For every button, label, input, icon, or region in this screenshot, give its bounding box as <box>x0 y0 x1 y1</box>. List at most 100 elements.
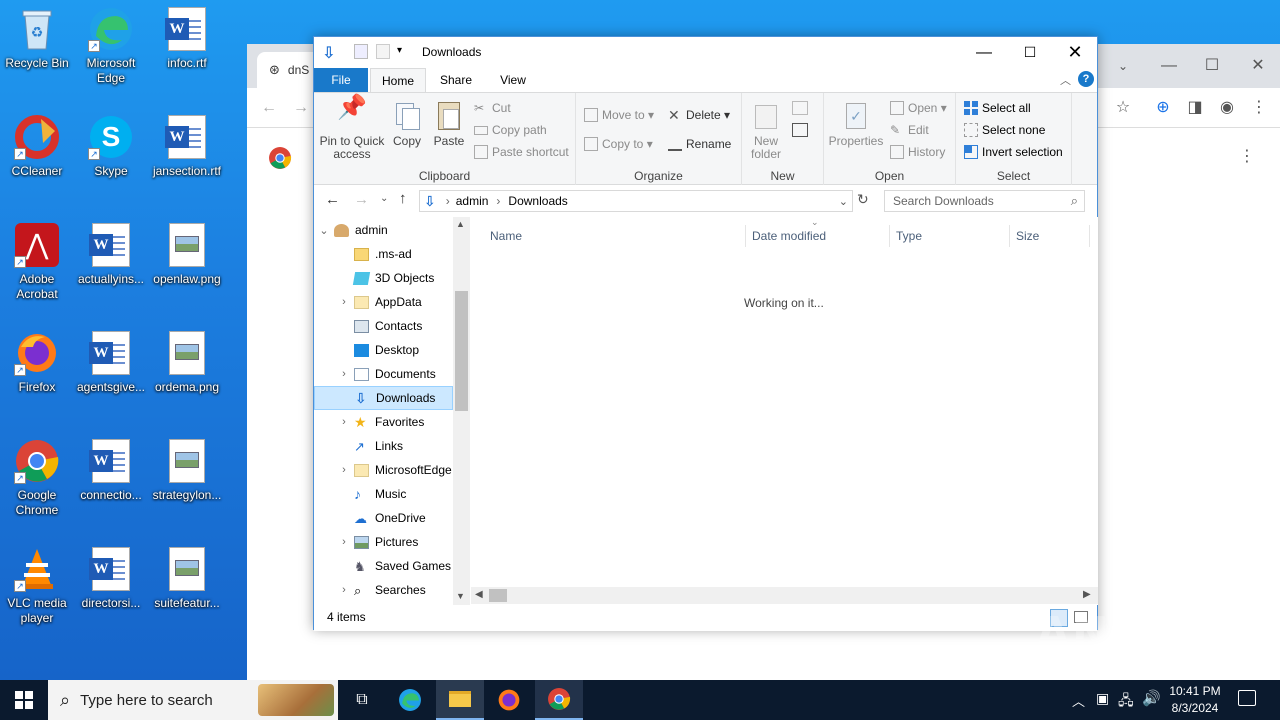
nav-item-admin[interactable]: ⌄ admin <box>314 218 453 242</box>
close-button[interactable]: ✕ <box>1052 37 1098 68</box>
notification-icon[interactable] <box>1238 690 1256 706</box>
chevron-right-icon[interactable]: › <box>334 296 354 308</box>
chevron-up-icon[interactable]: ︿ <box>1060 72 1071 88</box>
chevron-down-icon[interactable]: ⌄ <box>1109 52 1137 80</box>
column-header-size[interactable]: Size <box>1010 225 1090 247</box>
select-all-button[interactable]: Select all <box>964 98 1031 118</box>
history-button[interactable]: History <box>890 142 945 162</box>
back-arrow-icon[interactable]: ← <box>255 94 283 122</box>
scroll-left-arrow-icon[interactable]: ◀ <box>475 589 483 600</box>
back-arrow-icon[interactable]: ← <box>325 191 340 208</box>
paste-shortcut-button[interactable]: Paste shortcut <box>474 142 569 162</box>
move-to-button[interactable]: Move to ▾ <box>584 105 654 125</box>
quick-access-new-folder-icon[interactable] <box>376 44 390 59</box>
nav-item-microsoftedge[interactable]: › MicrosoftEdge <box>314 458 453 482</box>
desktop-icon-vlc[interactable]: ↗ VLC media player <box>0 546 74 626</box>
side-panel-icon[interactable]: ◨ <box>1181 94 1209 122</box>
star-icon[interactable]: ☆ <box>1109 94 1137 122</box>
nav-item-searches[interactable]: › ⌕ Searches <box>314 578 453 602</box>
nav-item-3d-objects[interactable]: 3D Objects <box>314 266 453 290</box>
maximize-button[interactable]: ☐ <box>1007 37 1053 68</box>
desktop-icon-png[interactable]: strategylon... <box>150 438 224 503</box>
scroll-right-arrow-icon[interactable]: ▶ <box>1083 589 1091 600</box>
cut-button[interactable]: ✂ Cut <box>474 98 511 118</box>
task-view-button[interactable]: ⧉ <box>338 680 386 720</box>
desktop-icon-docx[interactable]: W connectio... <box>74 438 148 503</box>
clock[interactable]: 10:41 PM 8/3/2024 <box>1162 683 1228 717</box>
taskbar-edge[interactable] <box>386 680 434 720</box>
tab-share[interactable]: Share <box>428 68 484 92</box>
scroll-up-arrow-icon[interactable]: ▲ <box>456 219 465 229</box>
desktop-icon-firefox[interactable]: ↗ Firefox <box>0 330 74 395</box>
rename-button[interactable]: Rename <box>668 134 731 154</box>
minimize-button[interactable]: — <box>961 37 1007 68</box>
column-header-date-modified[interactable]: Date modified <box>746 225 890 247</box>
nav-scrollbar-thumb[interactable] <box>455 291 468 411</box>
device-icon[interactable]: ▣ <box>1096 690 1109 707</box>
quick-access-properties-icon[interactable] <box>354 44 368 59</box>
chevron-right-icon[interactable]: › <box>334 536 354 548</box>
copy-to-button[interactable]: Copy to ▾ <box>584 134 653 154</box>
nav-item-pictures[interactable]: › Pictures <box>314 530 453 554</box>
scroll-down-arrow-icon[interactable]: ▼ <box>456 591 465 601</box>
download-icon[interactable]: ⊕ <box>1149 94 1177 122</box>
menu-dots-icon[interactable]: ⋮ <box>1245 94 1273 122</box>
nav-item-contacts[interactable]: Contacts <box>314 314 453 338</box>
volume-icon[interactable]: 🔊 <box>1142 689 1161 707</box>
close-button[interactable]: ✕ <box>1244 52 1272 80</box>
chevron-up-icon[interactable]: ︿ <box>1072 691 1085 710</box>
recent-locations-icon[interactable]: ⌄ <box>380 193 388 204</box>
desktop-icon-rtf[interactable]: W infoc.rtf <box>150 6 224 71</box>
desktop-icon-google-chrome[interactable]: ↗ Google Chrome <box>0 438 74 518</box>
profile-icon[interactable]: ◉ <box>1213 94 1241 122</box>
desktop-icon-png[interactable]: ordema.png <box>150 330 224 395</box>
start-button[interactable] <box>0 680 48 720</box>
pin-to-quick-access-button[interactable]: 📌 Pin to Quick access <box>319 96 385 161</box>
paste-button[interactable]: Paste <box>430 101 468 148</box>
address-bar[interactable]: ⇩ › admin › Downloads ⌄ <box>419 190 853 212</box>
desktop-icon-png[interactable]: openlaw.png <box>150 222 224 287</box>
nav-item-downloads[interactable]: ⇩ Downloads <box>314 386 453 410</box>
new-folder-button[interactable]: New folder <box>746 101 786 161</box>
desktop-icon-ccleaner[interactable]: ↗ CCleaner <box>0 114 74 179</box>
desktop-icon-docx[interactable]: W actuallyins... <box>74 222 148 287</box>
column-header-type[interactable]: Type <box>890 225 1010 247</box>
tab-file[interactable]: File <box>314 68 368 92</box>
properties-button[interactable]: ✓ Properties <box>828 101 884 148</box>
breadcrumb-admin[interactable]: admin <box>456 194 489 208</box>
chevron-down-icon[interactable]: ⌄ <box>839 195 848 208</box>
chevron-right-icon[interactable]: › <box>334 368 354 380</box>
menu-dots-icon[interactable]: ⋮ <box>1233 143 1261 171</box>
nav-item-ms-ad[interactable]: .ms-ad <box>314 242 453 266</box>
taskbar-file-explorer[interactable] <box>436 680 484 720</box>
chevron-right-icon[interactable]: › <box>334 584 354 596</box>
help-icon[interactable]: ? <box>1078 71 1094 87</box>
taskbar-search-box[interactable]: ⌕ Type here to search <box>48 680 338 720</box>
edit-button[interactable]: ✎ Edit <box>890 120 929 140</box>
desktop-icon-recycle-bin[interactable]: ♻ Recycle Bin <box>0 6 74 71</box>
easy-access-icon[interactable] <box>792 123 808 137</box>
horizontal-scrollbar[interactable]: ◀ ▶ <box>471 587 1098 604</box>
copy-path-button[interactable]: Copy path <box>474 120 547 140</box>
quick-access-dropdown-icon[interactable]: ▾ <box>397 45 402 56</box>
open-button[interactable]: Open ▾ <box>890 98 947 118</box>
nav-item-documents[interactable]: › Documents <box>314 362 453 386</box>
nav-scrollbar[interactable]: ▲ ▼ <box>453 217 470 605</box>
desktop-icon-png[interactable]: suitefeatur... <box>150 546 224 611</box>
desktop-icon-skype[interactable]: S ↗ Skype <box>74 114 148 179</box>
nav-item-desktop[interactable]: Desktop <box>314 338 453 362</box>
breadcrumb-downloads[interactable]: Downloads <box>508 194 567 208</box>
up-arrow-icon[interactable]: ↑ <box>399 190 407 207</box>
nav-item-saved-games[interactable]: ♞ Saved Games <box>314 554 453 578</box>
copy-button[interactable]: Copy <box>389 101 425 148</box>
forward-arrow-icon[interactable]: → <box>354 191 369 208</box>
desktop-icon-edge[interactable]: ↗ Microsoft Edge <box>74 6 148 86</box>
nav-item-favorites[interactable]: › ★ Favorites <box>314 410 453 434</box>
select-none-button[interactable]: Select none <box>964 120 1045 140</box>
search-input[interactable]: Search Downloads ⌕ <box>884 190 1085 212</box>
tab-home[interactable]: Home <box>370 68 426 92</box>
desktop-icon-rtf[interactable]: W jansection.rtf <box>150 114 224 179</box>
forward-arrow-icon[interactable]: → <box>287 94 315 122</box>
desktop-icon-docx[interactable]: W agentsgive... <box>74 330 148 395</box>
delete-button[interactable]: ✕ Delete ▾ <box>668 105 730 125</box>
